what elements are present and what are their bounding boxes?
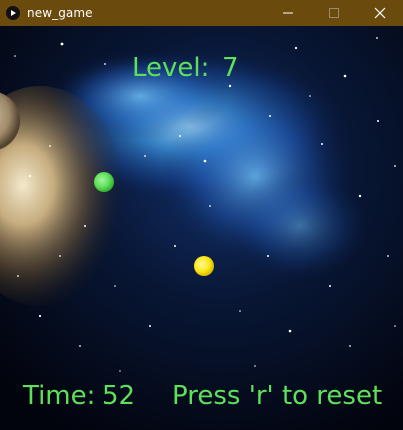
level-value: 7	[222, 53, 239, 83]
maximize-button[interactable]	[311, 0, 357, 26]
window-controls	[265, 0, 403, 26]
yellow-ball	[194, 256, 214, 276]
maximize-icon	[329, 8, 339, 18]
minimize-icon	[283, 12, 293, 14]
space-background	[0, 26, 403, 430]
minimize-button[interactable]	[265, 0, 311, 26]
close-icon	[374, 7, 386, 19]
game-window: new_game Level: 7 Time: 52 Press 'r' to …	[0, 0, 403, 430]
game-canvas[interactable]: Level: 7 Time: 52 Press 'r' to reset	[0, 26, 403, 430]
close-button[interactable]	[357, 0, 403, 26]
window-title: new_game	[27, 6, 93, 20]
reset-hint: Press 'r' to reset	[172, 381, 383, 411]
green-ball[interactable]	[94, 172, 114, 192]
play-icon	[6, 6, 20, 20]
time-label: Time:	[23, 381, 96, 411]
time-value: 52	[102, 381, 136, 411]
title-bar[interactable]: new_game	[0, 0, 403, 26]
level-label: Level:	[132, 53, 210, 83]
